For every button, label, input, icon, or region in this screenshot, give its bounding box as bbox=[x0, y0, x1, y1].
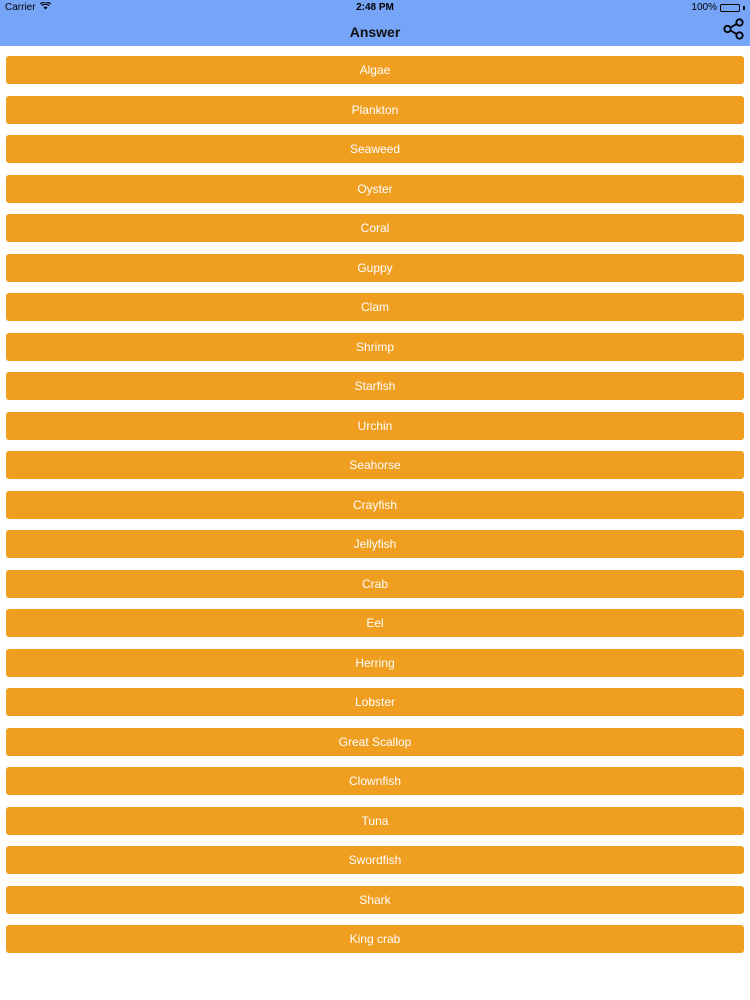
status-time: 2:48 PM bbox=[356, 2, 394, 13]
answer-list: Algae Plankton Seaweed Oyster Coral Guppy Clam… bbox=[6, 56, 744, 965]
page-title: Answer bbox=[349, 24, 401, 40]
answer-button[interactable]: Shark bbox=[6, 885, 744, 914]
answer-button[interactable]: Great Scallop bbox=[6, 727, 744, 756]
answer-button[interactable]: Crayfish bbox=[6, 490, 744, 519]
answer-button[interactable]: Oyster bbox=[6, 174, 744, 203]
answer-button[interactable]: Urchin bbox=[6, 411, 744, 440]
answer-button[interactable]: Guppy bbox=[6, 253, 744, 282]
share-button[interactable] bbox=[722, 17, 746, 45]
answer-button[interactable]: Algae bbox=[6, 56, 744, 84]
answer-button[interactable]: King crab bbox=[6, 925, 744, 953]
status-bar: Carrier 2:48 PM 100% bbox=[0, 0, 750, 16]
answer-button[interactable]: Clownfish bbox=[6, 767, 744, 795]
status-right: 100% bbox=[691, 2, 745, 13]
answer-button[interactable]: Seahorse bbox=[6, 451, 744, 479]
answer-button[interactable]: Starfish bbox=[6, 372, 744, 400]
answer-button[interactable]: Jellyfish bbox=[6, 530, 744, 558]
answer-button[interactable]: Plankton bbox=[6, 95, 744, 124]
battery-cap bbox=[743, 5, 745, 10]
answer-button[interactable]: Clam bbox=[6, 293, 744, 321]
answer-button[interactable]: Crab bbox=[6, 569, 744, 598]
battery-icon bbox=[720, 3, 740, 12]
answer-button[interactable]: Swordfish bbox=[6, 846, 744, 874]
answer-button[interactable]: Shrimp bbox=[6, 332, 744, 361]
answer-button[interactable]: Coral bbox=[6, 214, 744, 242]
answer-button[interactable]: Herring bbox=[6, 648, 744, 677]
share-icon bbox=[723, 17, 745, 45]
answer-button[interactable]: Lobster bbox=[6, 688, 744, 716]
answer-button[interactable]: Eel bbox=[6, 609, 744, 637]
answer-button[interactable]: Tuna bbox=[6, 806, 744, 835]
answer-button[interactable]: Seaweed bbox=[6, 135, 744, 163]
navigation-bar: Carrier 2:48 PM 100% Answer bbox=[0, 0, 750, 46]
battery-percent: 100% bbox=[691, 2, 717, 13]
